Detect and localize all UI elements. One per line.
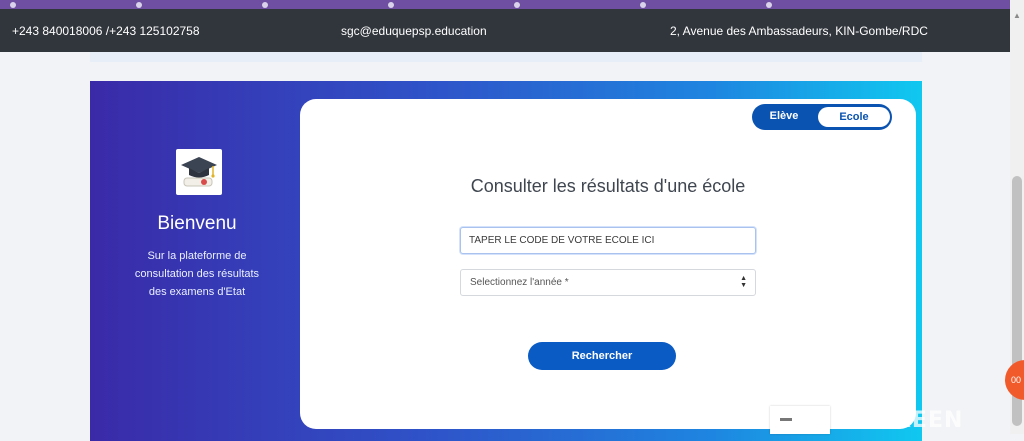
welcome-panel: Bienvenu Sur la plateforme de consultati… xyxy=(90,81,304,441)
school-code-input[interactable] xyxy=(460,227,756,254)
graduation-cap-diploma-icon xyxy=(176,149,222,195)
toggle-option-eleve[interactable]: Elève xyxy=(752,104,816,130)
contact-phone: +243 840018006 /+243 125102758 xyxy=(12,24,200,38)
bookmark-icon[interactable] xyxy=(766,1,772,8)
bookmark-icon[interactable] xyxy=(514,1,520,8)
toggle-option-ecole[interactable]: Ecole xyxy=(818,107,890,127)
welcome-subtitle: Sur la plateforme de consultation des ré… xyxy=(134,250,260,298)
year-select-value: Selectionnez l'année * xyxy=(470,277,569,288)
floating-recorder-badge[interactable]: 00 xyxy=(1005,360,1024,400)
select-arrows-icon: ▲ ▼ xyxy=(740,275,747,289)
form-title: Consulter les résultats d'une école xyxy=(470,176,746,196)
recorder-widget[interactable] xyxy=(770,406,830,434)
search-mode-toggle[interactable]: Elève Ecole xyxy=(752,104,892,130)
year-select[interactable]: Selectionnez l'année * ▲ ▼ xyxy=(460,269,756,296)
page-section-divider xyxy=(90,52,922,62)
search-card: Elève Ecole Consulter les résultats d'un… xyxy=(300,99,916,429)
browser-bookmarks-bar xyxy=(0,0,1024,9)
search-button[interactable]: Rechercher xyxy=(528,342,676,370)
bookmark-icon[interactable] xyxy=(388,1,394,8)
contact-top-bar: +243 840018006 /+243 125102758 sgc@eduqu… xyxy=(0,9,1010,52)
bookmark-icon[interactable] xyxy=(640,1,646,8)
scroll-up-arrow-icon[interactable]: ▲ xyxy=(1010,10,1024,22)
bookmark-icon[interactable] xyxy=(10,1,16,8)
minimize-icon[interactable] xyxy=(780,418,792,421)
recorder-watermark: SCREEN xyxy=(860,408,964,433)
welcome-heading: Bienvenu xyxy=(157,213,237,234)
bookmark-icon[interactable] xyxy=(262,1,268,8)
contact-address: 2, Avenue des Ambassadeurs, KIN-Gombe/RD… xyxy=(670,24,928,38)
contact-email[interactable]: sgc@eduquepsp.education xyxy=(341,24,487,38)
bookmark-icon[interactable] xyxy=(136,1,142,8)
